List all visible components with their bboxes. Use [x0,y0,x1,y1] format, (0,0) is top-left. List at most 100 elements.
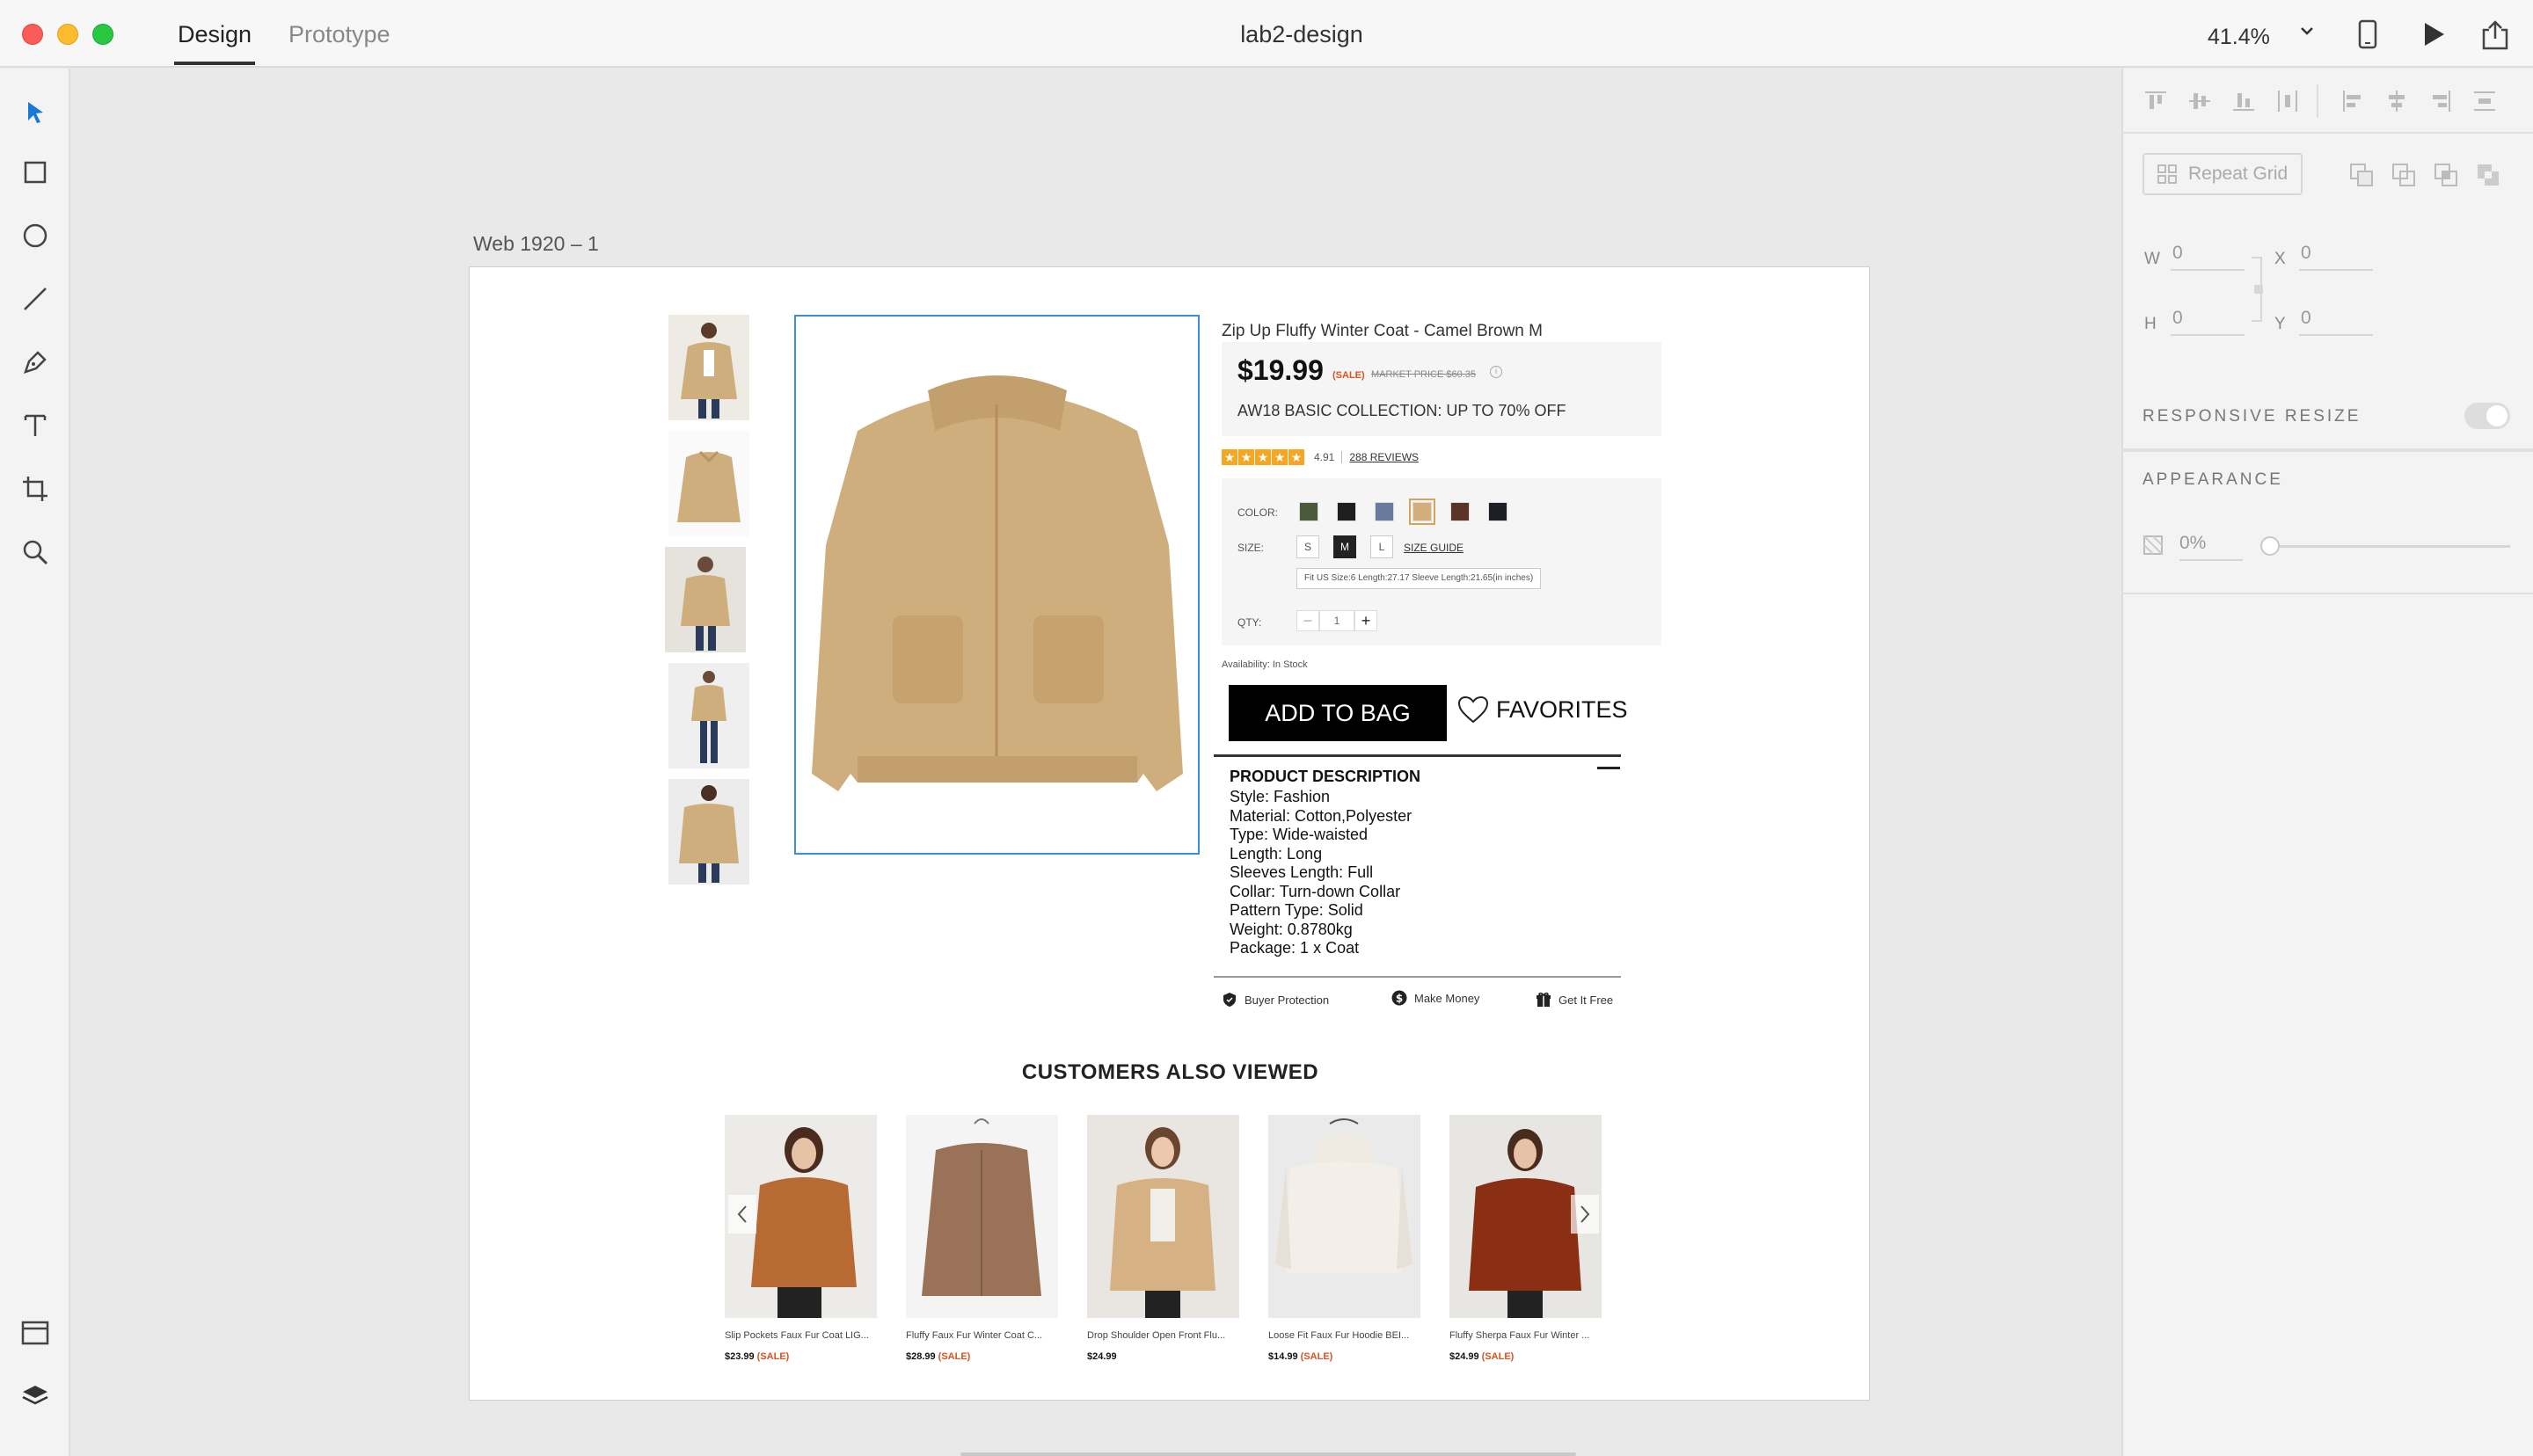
y-label: Y [2274,315,2286,333]
align-middle-icon[interactable] [2186,88,2213,114]
also-viewed-card-2[interactable]: Fluffy Faux Fur Winter Coat C... $28.99(… [906,1115,1058,1362]
intersect-boolean-icon[interactable] [2433,162,2459,188]
canvas-scroll-indicator[interactable] [960,1452,1576,1456]
product-thumbnail-1[interactable] [668,315,749,420]
design-canvas[interactable]: Web 1920 – 1 Zip Up Fluffy Winter Coat -… [72,69,2121,1456]
tab-prototype[interactable]: Prototype [288,21,391,48]
rating-value: 4.91 [1314,451,1335,463]
exclude-boolean-icon[interactable] [2475,162,2501,188]
zoom-icon[interactable] [19,536,51,568]
also-viewed-image-4[interactable] [1268,1115,1420,1318]
opacity-field[interactable]: 0% [2179,533,2243,561]
info-icon[interactable]: i [1490,366,1502,378]
size-guide-link[interactable]: SIZE GUIDE [1404,542,1464,554]
size-l-button[interactable]: L [1370,535,1393,558]
share-icon[interactable] [2480,19,2510,55]
distribute-horizontal-icon[interactable] [2274,88,2301,114]
qty-minus-button[interactable]: − [1296,610,1319,631]
align-top-icon[interactable] [2142,88,2169,114]
product-thumbnail-3[interactable] [665,547,746,652]
lock-aspect-icon[interactable] [2254,285,2263,294]
minimize-window-button[interactable] [57,24,78,45]
align-bottom-icon[interactable] [2230,88,2257,114]
select-icon[interactable] [19,97,51,128]
size-s-button[interactable]: S [1296,535,1319,558]
device-preview-icon[interactable] [2357,19,2378,54]
product-thumbnail-2[interactable] [668,431,749,536]
qty-label: QTY: [1237,616,1262,629]
height-field[interactable]: 0 [2171,308,2245,336]
also-viewed-image-3[interactable] [1087,1115,1239,1318]
also-viewed-image-2[interactable] [906,1115,1058,1318]
reviews-link[interactable]: 288 REVIEWS [1349,451,1419,463]
carousel-prev-arrow-icon[interactable] [728,1195,756,1234]
description-item: Material: Cotton,Polyester [1230,806,1412,825]
star-icon: ★ [1238,449,1254,465]
play-preview-icon[interactable] [2420,19,2447,54]
also-viewed-name-5[interactable]: Fluffy Sherpa Faux Fur Winter ... [1449,1330,1602,1341]
opacity-slider-track[interactable] [2266,545,2510,548]
align-left-icon[interactable] [2340,88,2366,114]
also-viewed-card-4[interactable]: Loose Fit Faux Fur Hoodie BEI... $14.99(… [1268,1115,1420,1362]
opacity-icon [2142,535,2164,560]
responsive-resize-toggle[interactable] [2464,403,2510,429]
qty-plus-button[interactable]: + [1354,610,1377,631]
assets-icon[interactable] [19,1317,51,1349]
description-item: Length: Long [1230,844,1323,863]
add-boolean-icon[interactable] [2348,162,2375,188]
star-icon: ★ [1255,449,1271,465]
carousel-next-arrow-icon[interactable] [1571,1195,1599,1234]
product-thumbnail-4[interactable] [668,663,749,768]
y-field[interactable]: 0 [2299,308,2373,336]
align-right-icon[interactable] [2427,88,2454,114]
rectangle-icon[interactable] [19,157,51,188]
description-item: Sleeves Length: Full [1230,863,1374,881]
tab-design[interactable]: Design [178,21,252,48]
also-viewed-card-1[interactable]: Slip Pockets Faux Fur Coat LIG... $23.99… [725,1115,877,1362]
buyer-protection-label: Buyer Protection [1245,993,1330,1007]
title-bar: Design Prototype lab2-design 41.4% [0,0,2533,68]
also-viewed-name-4[interactable]: Loose Fit Faux Fur Hoodie BEI... [1268,1330,1420,1341]
qty-input[interactable]: 1 [1319,610,1354,631]
also-viewed-name-1[interactable]: Slip Pockets Faux Fur Coat LIG... [725,1330,877,1341]
artboard-icon[interactable] [19,473,51,505]
color-swatch-2[interactable] [1337,502,1356,521]
artboard[interactable]: Zip Up Fluffy Winter Coat - Camel Brown … [469,266,1870,1401]
product-thumbnail-5[interactable] [668,779,749,885]
artboard-label[interactable]: Web 1920 – 1 [473,232,599,256]
also-viewed-name-2[interactable]: Fluffy Faux Fur Winter Coat C... [906,1330,1058,1341]
also-viewed-card-5[interactable]: Fluffy Sherpa Faux Fur Winter ... $24.99… [1449,1115,1602,1362]
color-swatch-5[interactable] [1450,502,1470,521]
price-box: $19.99 (SALE) MARKET PRICE $60.35 i AW18… [1222,342,1661,436]
text-icon[interactable] [19,410,51,441]
layers-icon[interactable] [19,1380,51,1412]
ellipse-icon[interactable] [19,220,51,251]
size-m-button[interactable]: M [1333,535,1356,558]
add-to-bag-button[interactable]: ADD TO BAG [1229,685,1447,741]
color-swatch-6[interactable] [1488,502,1507,521]
also-viewed-name-3[interactable]: Drop Shoulder Open Front Flu... [1087,1330,1239,1341]
also-viewed-price-5: $24.99 (SALE) [1449,1351,1515,1362]
x-field[interactable]: 0 [2299,243,2373,271]
color-swatch-1[interactable] [1299,502,1318,521]
pen-icon[interactable] [19,346,51,378]
zoom-level[interactable]: 41.4% [2208,25,2270,50]
also-viewed-card-3[interactable]: Drop Shoulder Open Front Flu... $24.99 [1087,1115,1239,1362]
subtract-boolean-icon[interactable] [2391,162,2417,188]
product-main-image[interactable] [794,315,1200,855]
align-center-icon[interactable] [2383,88,2410,114]
favorites-button[interactable]: FAVORITES [1457,695,1628,724]
distribute-vertical-icon[interactable] [2471,88,2498,114]
collapse-icon[interactable] [1597,767,1620,769]
width-field[interactable]: 0 [2171,243,2245,271]
color-swatch-3[interactable] [1375,502,1394,521]
close-window-button[interactable] [22,24,43,45]
sale-tag: (SALE) [1332,370,1365,381]
repeat-grid-button[interactable]: Repeat Grid [2142,153,2303,195]
description-item: Package: 1 x Coat [1230,939,1360,957]
color-swatch-4[interactable] [1409,499,1435,525]
maximize-window-button[interactable] [92,24,113,45]
zoom-dropdown-chevron-icon[interactable] [2297,21,2317,46]
opacity-slider-handle[interactable] [2260,536,2280,556]
line-icon[interactable] [19,283,51,315]
